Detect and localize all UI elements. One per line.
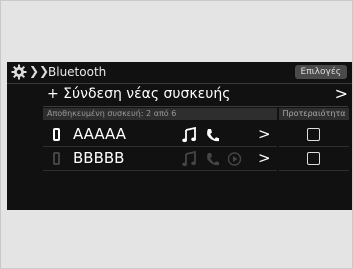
options-button[interactable]: Επιλογές	[294, 65, 347, 79]
chevron-right-icon: >	[258, 125, 271, 143]
priority-header: Προτεραιότητα	[279, 108, 349, 120]
music-icon	[182, 151, 196, 167]
settings-gear-icon[interactable]	[11, 64, 27, 80]
add-device-label: + Σύνδεση νέας συσκευής	[47, 86, 231, 102]
chevron-right-icon: >	[258, 149, 271, 167]
page-title: Bluetooth	[48, 65, 107, 79]
device-name: BBBBB	[73, 149, 125, 167]
priority-cell	[279, 124, 349, 147]
play-circle-icon	[227, 152, 242, 166]
phone-icon	[53, 128, 60, 141]
breadcrumb-chevron-icon: ❯❯	[29, 64, 50, 78]
priority-cell	[279, 148, 349, 171]
priority-checkbox[interactable]	[307, 128, 320, 141]
device-row[interactable]: BBBBB >	[43, 148, 277, 171]
device-row[interactable]: AAAAA >	[43, 124, 277, 147]
music-icon	[182, 127, 196, 143]
header-bar: ❯❯ Bluetooth Επιλογές	[7, 62, 352, 84]
phone-call-icon	[207, 153, 219, 166]
bluetooth-screen: ❯❯ Bluetooth Επιλογές + Σύνδεση νέας συσ…	[7, 62, 352, 210]
device-name: AAAAA	[73, 125, 126, 143]
phone-icon	[53, 152, 60, 165]
saved-devices-bar: Αποθηκευμένη συσκευή: 2 από 6	[43, 108, 277, 120]
phone-call-icon	[207, 129, 219, 142]
priority-checkbox[interactable]	[307, 152, 320, 165]
add-device-row[interactable]: + Σύνδεση νέας συσκευής >	[43, 84, 348, 107]
chevron-right-icon: >	[334, 84, 348, 103]
saved-devices-count: Αποθηκευμένη συσκευή: 2 από 6	[47, 109, 177, 118]
